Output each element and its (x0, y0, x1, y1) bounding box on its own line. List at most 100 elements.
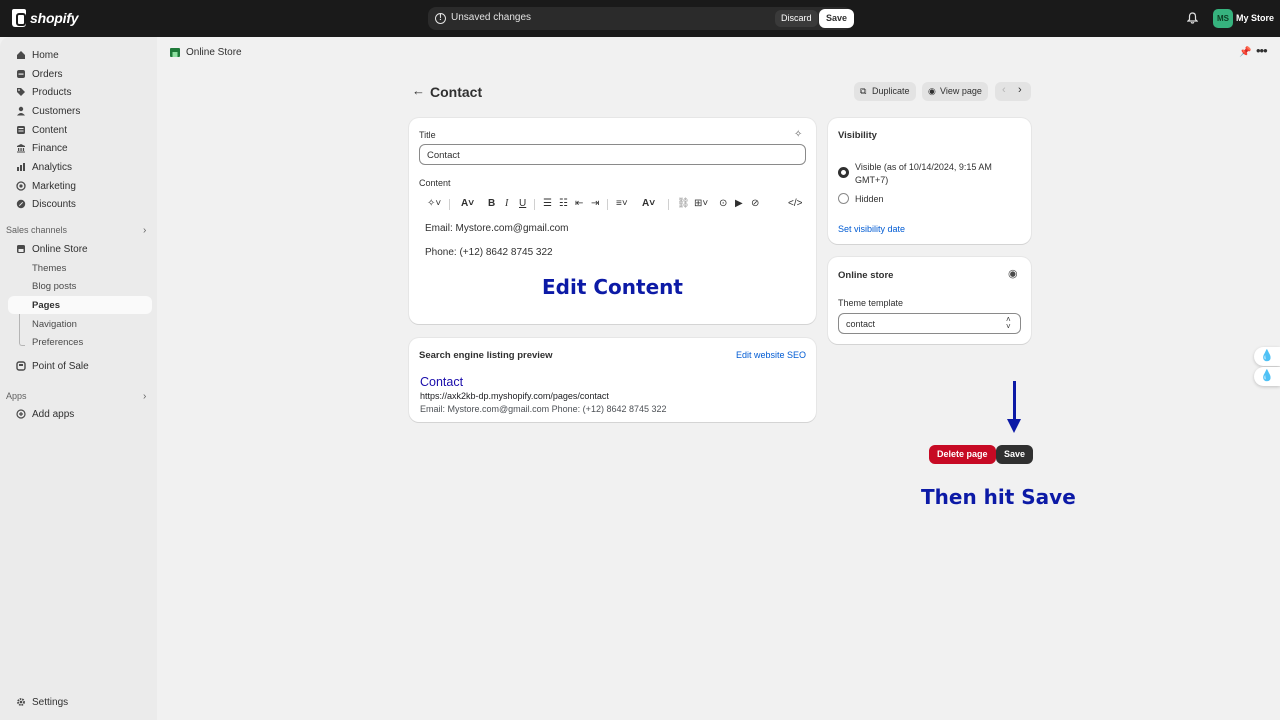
theme-template-label: Theme template (838, 298, 904, 308)
outdent-icon[interactable]: ⇤ (575, 196, 583, 212)
sidebar-item-label: Products (32, 86, 72, 98)
view-page-button[interactable]: ◉ View page (922, 82, 988, 101)
home-icon (17, 51, 25, 59)
sidebar-item-blog-posts[interactable]: Blog posts (8, 277, 152, 295)
sidebar-item-label: Blog posts (32, 280, 77, 292)
sidebar-item-point-of-sale[interactable]: Point of Sale (8, 357, 152, 375)
table-icon[interactable]: ⊞˅ (694, 196, 708, 212)
numbered-list-icon[interactable]: ☷ (559, 196, 568, 212)
sidebar-item-customers[interactable]: Customers (8, 102, 152, 120)
online-store-card: Online store ◉ Theme template contact ˄ ˅ (828, 257, 1031, 344)
droplet-icon: 💧 (1260, 350, 1274, 362)
rich-text-toolbar: ✧˅ A˅ B I U ☰ ☷ ⇤ ⇥ ≡˅ A˅ ⛓ ⊞˅ ⊙ ▶ ⊘ </> (419, 196, 804, 212)
alert-circle-icon: ! (435, 13, 446, 24)
chevron-right-icon[interactable]: › (143, 225, 146, 236)
sidebar-item-discounts[interactable]: Discounts (8, 195, 152, 213)
sidebar: Home Orders Products Customers Content F… (0, 37, 157, 720)
save-button[interactable]: Save (996, 445, 1034, 464)
sidebar-item-label: Customers (32, 105, 81, 117)
more-horizontal-icon[interactable]: ••• (1256, 43, 1268, 58)
person-icon (17, 106, 25, 116)
sidebar-item-label: Finance (32, 142, 68, 154)
droplet-icon: 💧 (1260, 370, 1274, 382)
indent-icon[interactable]: ⇥ (591, 196, 599, 212)
top-bar: shopify ! Unsaved changes Discard Save M… (0, 0, 1280, 37)
clear-format-icon[interactable]: ⊘ (751, 196, 759, 212)
gear-icon (17, 698, 25, 706)
sidebar-item-home[interactable]: Home (8, 46, 152, 64)
sidebar-item-preferences[interactable]: Preferences (8, 333, 152, 351)
code-view-icon[interactable]: </> (788, 196, 802, 212)
chevron-right-icon[interactable]: › (1018, 84, 1022, 96)
visible-radio[interactable] (838, 167, 849, 178)
logo-text: shopify (30, 10, 79, 26)
store-icon (17, 245, 25, 253)
title-input[interactable]: Contact (419, 144, 806, 165)
floating-app-button[interactable]: 💧 (1254, 347, 1280, 366)
pagination: ‹ › (995, 82, 1031, 101)
theme-template-select[interactable]: contact ˄ ˅ (838, 313, 1021, 334)
sidebar-item-products[interactable]: Products (8, 83, 152, 101)
sales-channels-label: Sales channels (6, 225, 68, 235)
sidebar-item-content[interactable]: Content (8, 121, 152, 139)
sidebar-item-label: Point of Sale (32, 360, 89, 372)
sidebar-item-marketing[interactable]: Marketing (8, 177, 152, 195)
chevron-left-icon[interactable]: ‹ (1002, 84, 1006, 96)
edit-content-overlay: Edit Content (542, 275, 683, 299)
sidebar-item-label: Analytics (32, 161, 73, 173)
text-style-icon[interactable]: A˅ (461, 196, 474, 212)
chevron-right-icon[interactable]: › (143, 391, 146, 402)
floating-app-button[interactable]: 💧 (1254, 367, 1280, 386)
set-visibility-date-link[interactable]: Set visibility date (838, 224, 905, 234)
bold-icon[interactable]: B (488, 196, 495, 212)
select-chevron-icon: ˄ ˅ (1006, 315, 1011, 331)
italic-icon[interactable]: I (505, 196, 508, 212)
sidebar-item-finance[interactable]: Finance (8, 139, 152, 157)
store-avatar[interactable]: MS (1213, 9, 1233, 28)
content-line[interactable]: Phone: (+12) 8642 8745 322 (425, 247, 553, 258)
sidebar-item-settings[interactable]: Settings (8, 693, 152, 711)
main-content: Online Store 📌 ••• ← Contact ⧉ Duplicate… (157, 37, 1280, 720)
annotation-arrow (1013, 381, 1016, 421)
page-title: Contact (430, 84, 483, 100)
sidebar-item-online-store[interactable]: Online Store (8, 240, 152, 258)
sidebar-item-label: Preferences (32, 336, 84, 348)
link-icon[interactable]: ⛓ (677, 196, 690, 212)
magic-sparkle-icon[interactable]: ✧ (794, 129, 802, 140)
sidebar-item-pages[interactable]: Pages (8, 296, 152, 314)
duplicate-button[interactable]: ⧉ Duplicate (854, 82, 916, 101)
seo-preview-description: Email: Mystore.com@gmail.com Phone: (+12… (420, 404, 667, 414)
image-icon[interactable]: ⊙ (719, 196, 727, 212)
bullet-list-icon[interactable]: ☰ (543, 196, 552, 212)
discard-button[interactable]: Discard (775, 10, 818, 27)
content-line[interactable]: Email: Mystore.com@gmail.com (425, 223, 569, 234)
orders-icon (17, 70, 25, 78)
sidebar-item-navigation[interactable]: Navigation (8, 315, 152, 333)
theme-template-value: contact (846, 319, 876, 329)
seo-preview-url: https://axk2kb-dp.myshopify.com/pages/co… (420, 391, 609, 401)
shopify-logo[interactable]: shopify (12, 9, 79, 27)
sidebar-item-analytics[interactable]: Analytics (8, 158, 152, 176)
back-arrow-icon[interactable]: ← (412, 83, 425, 98)
delete-page-button[interactable]: Delete page (929, 445, 996, 464)
sidebar-item-add-apps[interactable]: Add apps (8, 405, 152, 423)
edit-seo-link[interactable]: Edit website SEO (736, 350, 806, 360)
pin-icon[interactable]: 📌 (1239, 47, 1251, 58)
underline-icon[interactable]: U (519, 196, 526, 212)
align-icon[interactable]: ≡˅ (616, 196, 628, 212)
sidebar-item-label: Discounts (32, 198, 76, 210)
save-button-top[interactable]: Save (819, 9, 855, 28)
sidebar-item-orders[interactable]: Orders (8, 65, 152, 83)
sidebar-item-label: Themes (32, 262, 67, 274)
eye-icon[interactable]: ◉ (1008, 267, 1018, 280)
magic-format-icon[interactable]: ✧˅ (427, 196, 441, 212)
sidebar-item-themes[interactable]: Themes (8, 259, 152, 277)
sidebar-item-label: Settings (32, 696, 69, 708)
hidden-radio[interactable] (838, 193, 849, 204)
text-color-icon[interactable]: A˅ (642, 196, 655, 212)
video-icon[interactable]: ▶ (735, 196, 743, 212)
online-store-heading: Online store (838, 270, 894, 281)
store-name[interactable]: My Store (1236, 13, 1274, 23)
bell-icon[interactable] (1187, 12, 1198, 24)
breadcrumb[interactable]: Online Store (186, 47, 242, 58)
